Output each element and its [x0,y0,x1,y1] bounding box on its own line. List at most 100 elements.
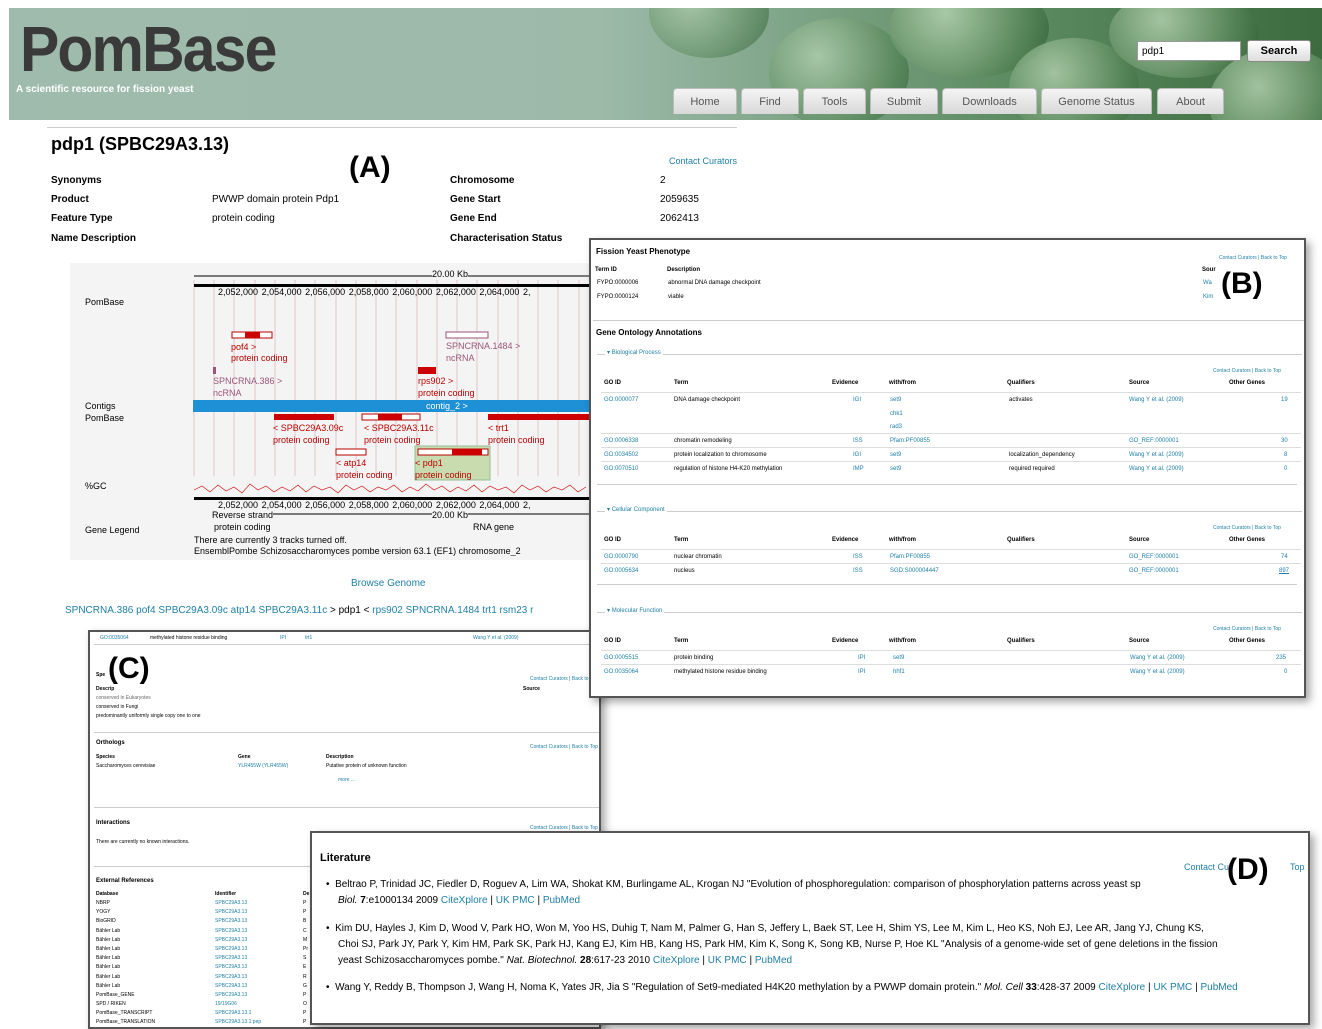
identifier-link[interactable]: SPBC29A3.13 [215,946,247,952]
evidence[interactable]: IPI [858,655,865,661]
go-id-link[interactable]: GO:0006338 [604,438,638,444]
go-id-link[interactable]: GO:0035064 [100,635,129,641]
gene-label[interactable]: SPNCRNA.386 > [213,376,282,386]
tab-find[interactable]: Find [741,88,799,114]
gene-pdp1[interactable] [452,449,482,455]
go-id-link[interactable]: GO:0070510 [604,466,638,472]
gene-spbc29a3-11c[interactable] [378,414,402,420]
go-id-link[interactable]: GO:0000077 [604,397,638,403]
browse-genome-link[interactable]: Browse Genome [351,578,425,589]
identifier-link[interactable]: 19/19G06 [215,1001,237,1007]
with-from-link[interactable]: Pfam:PF00855 [890,554,930,560]
orth-gene-link[interactable]: YLR455W (YLR455W) [238,763,288,769]
gene-label[interactable]: < SPBC29A3.11c [364,423,434,433]
source-link[interactable]: Wang Y et al. (2009) [1129,397,1184,403]
gene-atp14[interactable] [335,448,367,456]
gene-label[interactable]: rps902 > [418,376,453,386]
contact-link[interactable]: Contact Curators | Back to Top [1213,525,1281,531]
gene-label[interactable]: < SPBC29A3.09c [273,423,343,433]
gene-spbc29a3-09c[interactable] [274,414,334,420]
gene-label[interactable]: < atp14 [336,458,366,468]
contact-link[interactable]: Contact Curators | Back to Top [1213,626,1281,632]
evidence[interactable]: IPI [858,669,865,675]
tab-about[interactable]: About [1157,88,1224,114]
go-id-link[interactable]: GO:0034502 [604,452,638,458]
evidence[interactable]: IGI [853,397,861,403]
pombase-logo[interactable]: PomBase [20,12,277,86]
with-from-link[interactable]: trt1 [305,635,312,641]
gene-ncrna-386[interactable] [213,367,216,374]
contact-link[interactable]: Contact Curators | Back to Top [1213,368,1281,374]
with-from-link[interactable]: set9 [890,397,901,403]
with-from-link[interactable]: Pfam:PF00855 [890,438,930,444]
gene-label[interactable]: < pdp1 [415,458,443,468]
other-genes-link[interactable]: 19 [1281,397,1288,403]
source-link[interactable]: Wang Y et al. (2009) [473,635,519,641]
identifier-link[interactable]: SPBC29A3.13 [215,964,247,970]
other-genes-link[interactable]: 30 [1281,438,1288,444]
go-id-link[interactable]: GO:0005634 [604,568,638,574]
source-link[interactable]: Wang Y et al. (2009) [1129,452,1184,458]
contact-curators-link[interactable]: Contact Curators [669,156,737,166]
other-genes-link[interactable]: 8 [1284,452,1287,458]
identifier-link[interactable]: SPBC29A3.13 [215,900,247,906]
contig-track[interactable] [193,400,590,412]
with-from-link[interactable]: chk1 [890,411,903,417]
biological-process-toggle[interactable]: ▾ Biological Process [605,349,663,356]
identifier-link[interactable]: SPBC29A3.13 [215,983,247,989]
ukpmc-link[interactable]: UK PMC [496,895,535,906]
with-from-link[interactable]: SGD:S000004447 [890,568,939,574]
with-from-link[interactable]: set9 [890,452,901,458]
evidence[interactable]: ISS [853,554,863,560]
neighbour-link[interactable]: rps902 SPNCRNA.1484 trt1 rsm23 r [372,605,533,616]
contact-link[interactable]: Contact Curators | Back to Top [1219,255,1287,261]
go-id-link[interactable]: GO:0035064 [604,669,638,675]
identifier-link[interactable]: SPBC29A3.13 [215,992,247,998]
evidence[interactable]: ISS [853,568,863,574]
identifier-link[interactable]: SPBC29A3.13 [215,918,247,924]
with-from-link[interactable]: rad3 [890,424,902,430]
tab-home[interactable]: Home [673,88,737,114]
gene-label[interactable]: < trt1 [488,423,509,433]
other-genes-link[interactable]: 74 [1281,554,1288,560]
tab-submit[interactable]: Submit [870,88,938,114]
with-from-link[interactable]: set9 [893,655,904,661]
with-from-link[interactable]: set9 [890,466,901,472]
pubmed-link[interactable]: PubMed [1200,982,1237,993]
other-genes-link[interactable]: 897 [1279,568,1289,574]
neighbour-link[interactable]: SPNCRNA.386 pof4 SPBC29A3.09c atp14 SPBC… [65,605,327,616]
evidence[interactable]: IGI [853,452,861,458]
identifier-link[interactable]: SPBC29A3.13 [215,909,247,915]
evidence[interactable]: IMP [853,466,864,472]
gene-label[interactable]: SPNCRNA.1484 > [446,341,520,351]
evidence[interactable]: ISS [853,438,863,444]
source-link[interactable]: GO_REF:0000001 [1129,568,1179,574]
source-link[interactable]: Wang Y et al. (2009) [1130,655,1185,661]
ukpmc-link[interactable]: UK PMC [1153,982,1192,993]
ukpmc-link[interactable]: UK PMC [708,955,747,966]
identifier-link[interactable]: SPBC29A3.13 [215,937,247,943]
citexplore-link[interactable]: CiteXplore [653,955,700,966]
back-to-top-link[interactable]: Top [1290,862,1305,872]
citexplore-link[interactable]: CiteXplore [1099,982,1146,993]
other-genes-link[interactable]: 0 [1284,669,1287,675]
search-button[interactable]: Search [1247,40,1311,62]
gene-pof4[interactable] [245,332,260,338]
source-link[interactable]: Wa [1203,280,1212,286]
pubmed-link[interactable]: PubMed [543,895,580,906]
identifier-link[interactable]: SPBC29A3.13.1 [215,1010,251,1016]
contact-link[interactable]: Contact Curators | Back to Top [530,676,598,682]
browser-tracks[interactable] [190,266,590,518]
source-link[interactable]: Wang Y et al. (2009) [1130,669,1185,675]
go-id-link[interactable]: GO:0000790 [604,554,638,560]
more-link[interactable]: more ... [338,777,355,783]
other-genes-link[interactable]: 0 [1284,466,1287,472]
identifier-link[interactable]: SPBC29A3.13 [215,955,247,961]
contact-link[interactable]: Contact Cu [1184,862,1229,872]
other-genes-link[interactable]: 235 [1276,655,1286,661]
source-link[interactable]: GO_REF:0000001 [1129,438,1179,444]
gene-trt1[interactable] [488,414,590,420]
source-link[interactable]: Wang Y et al. (2009) [1129,466,1184,472]
gene-ncrna-1484[interactable] [445,331,489,339]
contact-link[interactable]: Contact Curators | Back to Top [530,744,598,750]
